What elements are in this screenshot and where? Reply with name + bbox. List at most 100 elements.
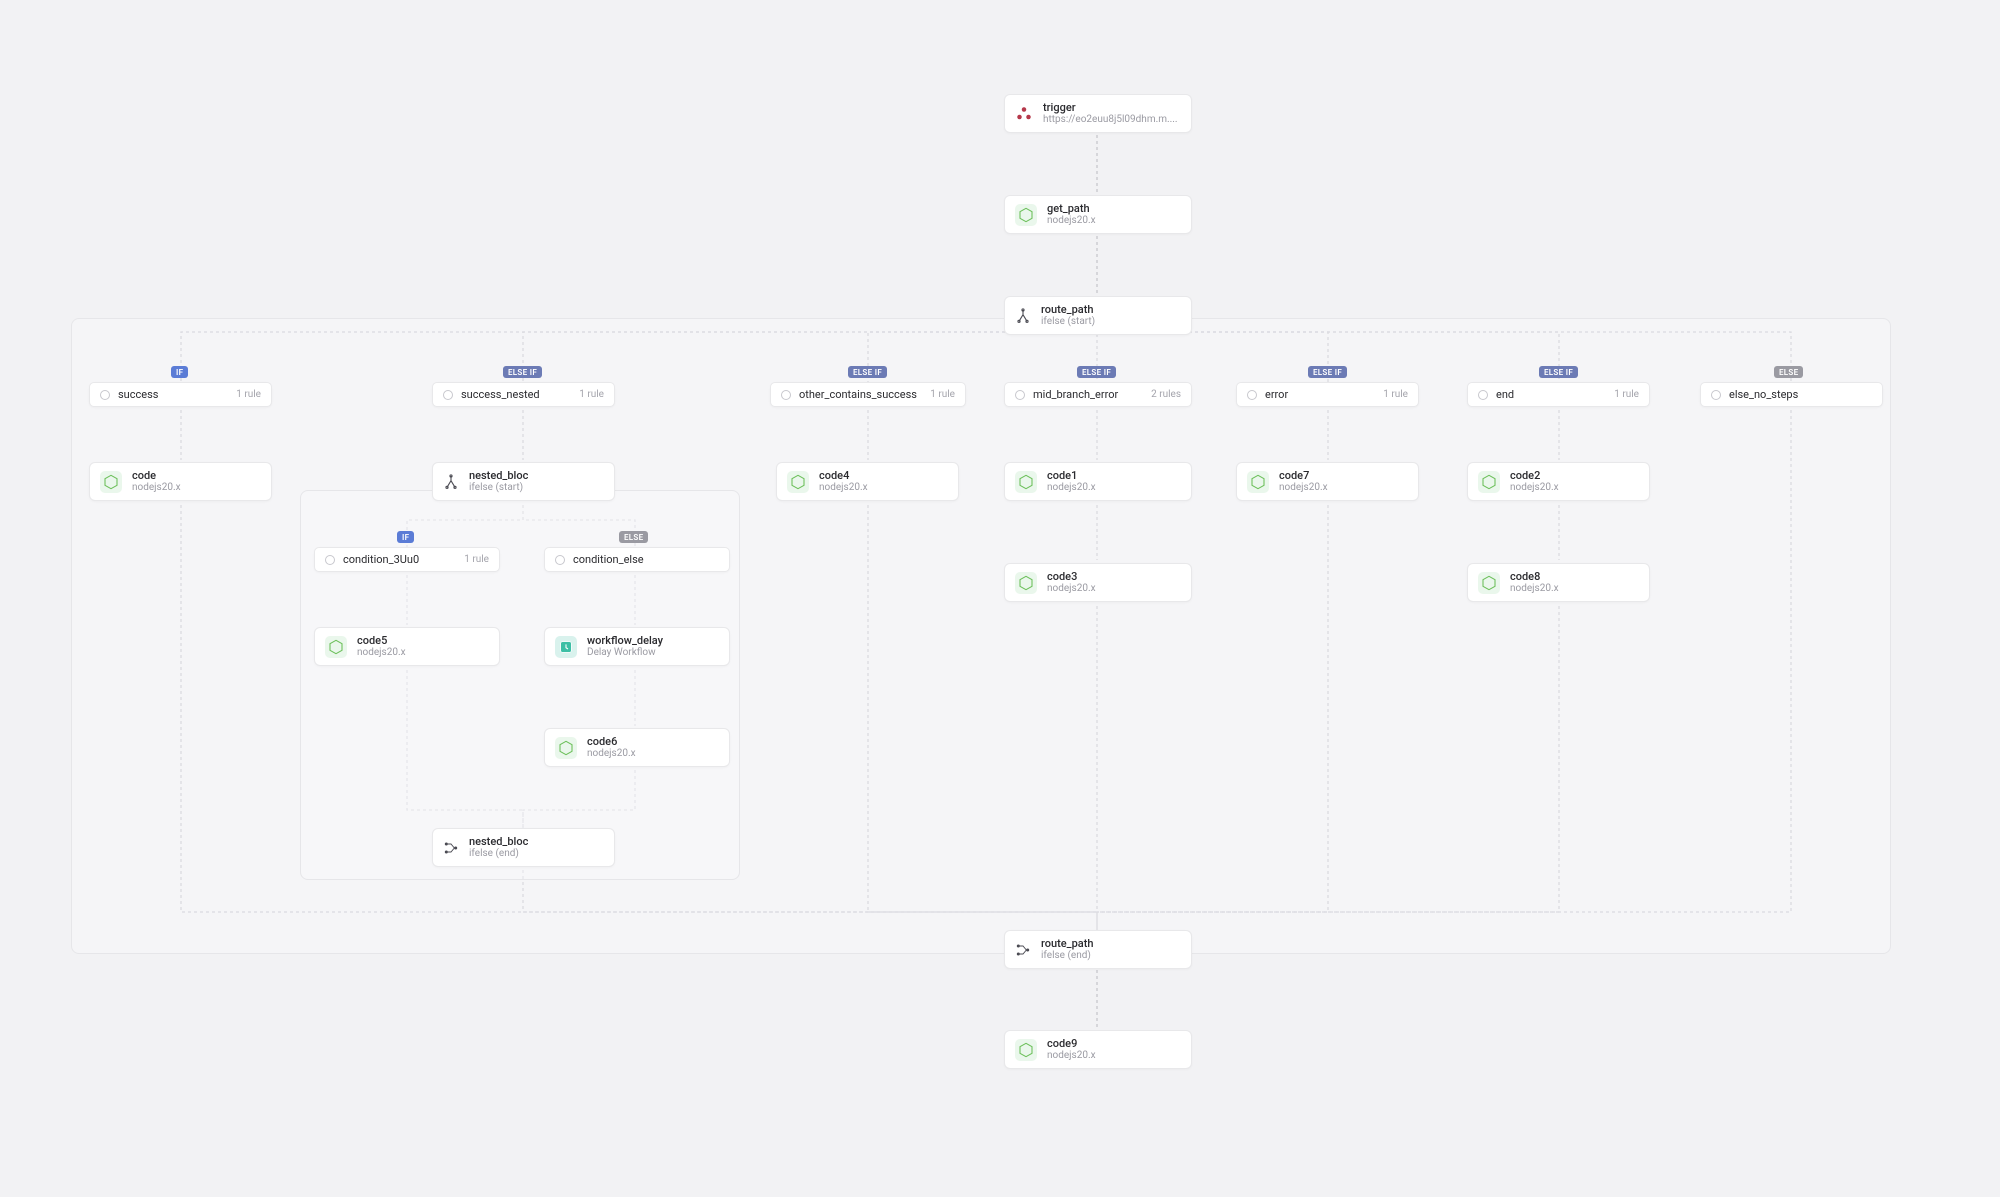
nodejs-icon: [787, 471, 809, 493]
pill-elseif: ELSE IF: [1539, 366, 1578, 378]
cond-condition-3uu0[interactable]: condition_3Uu0 1 rule: [314, 547, 500, 572]
merge-icon: [443, 840, 459, 856]
cond-rules: 1 rule: [1614, 389, 1639, 400]
node-title: route_path: [1041, 303, 1095, 316]
node-sub: ifelse (start): [1041, 316, 1095, 328]
node-sub: nodejs20.x: [132, 482, 181, 494]
nodejs-icon: [555, 737, 577, 759]
node-sub: nodejs20.x: [1510, 583, 1559, 595]
pill-else: ELSE: [1774, 366, 1803, 378]
cond-rules: 1 rule: [236, 389, 261, 400]
cond-condition-else[interactable]: condition_else: [544, 547, 730, 572]
node-sub: nodejs20.x: [1047, 482, 1096, 494]
nodejs-icon: [1015, 572, 1037, 594]
pill-elseif: ELSE IF: [503, 366, 542, 378]
cond-success-nested[interactable]: success_nested 1 rule: [432, 382, 615, 407]
cond-other-contains-success[interactable]: other_contains_success 1 rule: [770, 382, 966, 407]
radio-icon: [1247, 390, 1257, 400]
cond-mid-branch-error[interactable]: mid_branch_error 2 rules: [1004, 382, 1192, 407]
cond-label: else_no_steps: [1729, 388, 1872, 401]
pill-if: IF: [397, 531, 414, 543]
cond-rules: 1 rule: [464, 554, 489, 565]
nodejs-icon: [100, 471, 122, 493]
node-sub: ifelse (end): [469, 848, 528, 860]
nodejs-icon: [1478, 572, 1500, 594]
radio-icon: [100, 390, 110, 400]
node-code4[interactable]: code4nodejs20.x: [776, 462, 959, 501]
nodejs-icon: [1015, 1039, 1037, 1061]
node-code[interactable]: codenodejs20.x: [89, 462, 272, 501]
node-workflow-delay[interactable]: workflow_delayDelay Workflow: [544, 627, 730, 666]
cond-label: success: [118, 388, 228, 401]
cond-end[interactable]: end 1 rule: [1467, 382, 1650, 407]
node-sub: ifelse (start): [469, 482, 528, 494]
node-title: get_path: [1047, 202, 1096, 215]
nodejs-icon: [1015, 204, 1037, 226]
node-sub: nodejs20.x: [1047, 215, 1096, 227]
node-route-path-start[interactable]: route_path ifelse (start): [1004, 296, 1192, 335]
node-title: trigger: [1043, 101, 1178, 114]
node-title: code9: [1047, 1037, 1096, 1050]
node-sub: nodejs20.x: [587, 748, 636, 760]
node-nested-bloc-start[interactable]: nested_blocifelse (start): [432, 462, 615, 501]
cond-else-no-steps[interactable]: else_no_steps: [1700, 382, 1883, 407]
cond-rules: 1 rule: [579, 389, 604, 400]
pill-elseif: ELSE IF: [1308, 366, 1347, 378]
node-title: code7: [1279, 469, 1328, 482]
node-nested-bloc-end[interactable]: nested_blocifelse (end): [432, 828, 615, 867]
radio-icon: [1478, 390, 1488, 400]
node-title: nested_bloc: [469, 835, 528, 848]
node-code5[interactable]: code5nodejs20.x: [314, 627, 500, 666]
branch-icon: [443, 474, 459, 490]
node-title: code8: [1510, 570, 1559, 583]
pill-elseif: ELSE IF: [1077, 366, 1116, 378]
radio-icon: [443, 390, 453, 400]
node-sub: Delay Workflow: [587, 647, 663, 659]
nodejs-icon: [1247, 471, 1269, 493]
cond-rules: 2 rules: [1151, 389, 1181, 400]
node-title: code5: [357, 634, 406, 647]
radio-icon: [1015, 390, 1025, 400]
pill-if: IF: [171, 366, 188, 378]
cond-label: error: [1265, 388, 1375, 401]
nodejs-icon: [325, 636, 347, 658]
node-sub: https://eo2euu8j5l09dhm.m....: [1043, 114, 1178, 126]
node-title: code: [132, 469, 181, 482]
node-title: workflow_delay: [587, 634, 663, 647]
node-code2[interactable]: code2nodejs20.x: [1467, 462, 1650, 501]
node-sub: nodejs20.x: [1279, 482, 1328, 494]
radio-icon: [325, 555, 335, 565]
node-code7[interactable]: code7nodejs20.x: [1236, 462, 1419, 501]
pill-elseif: ELSE IF: [848, 366, 887, 378]
cond-label: other_contains_success: [799, 388, 922, 401]
node-sub: nodejs20.x: [1047, 583, 1096, 595]
cond-rules: 1 rule: [930, 389, 955, 400]
node-sub: nodejs20.x: [1047, 1050, 1096, 1062]
pill-else: ELSE: [619, 531, 648, 543]
node-title: code3: [1047, 570, 1096, 583]
node-title: code4: [819, 469, 868, 482]
nodejs-icon: [1478, 471, 1500, 493]
node-title: code1: [1047, 469, 1096, 482]
radio-icon: [555, 555, 565, 565]
cond-success[interactable]: success 1 rule: [89, 382, 272, 407]
node-code1[interactable]: code1nodejs20.x: [1004, 462, 1192, 501]
cond-error[interactable]: error 1 rule: [1236, 382, 1419, 407]
nodejs-icon: [1015, 471, 1037, 493]
node-title: code6: [587, 735, 636, 748]
delay-icon: [555, 636, 577, 658]
node-title: nested_bloc: [469, 469, 528, 482]
node-route-path-end[interactable]: route_pathifelse (end): [1004, 930, 1192, 969]
node-code6[interactable]: code6nodejs20.x: [544, 728, 730, 767]
cond-label: condition_else: [573, 553, 719, 566]
node-get-path[interactable]: get_path nodejs20.x: [1004, 195, 1192, 234]
node-code3[interactable]: code3nodejs20.x: [1004, 563, 1192, 602]
node-code9[interactable]: code9nodejs20.x: [1004, 1030, 1192, 1069]
node-title: route_path: [1041, 937, 1093, 950]
radio-icon: [1711, 390, 1721, 400]
radio-icon: [781, 390, 791, 400]
cond-label: end: [1496, 388, 1606, 401]
node-code8[interactable]: code8nodejs20.x: [1467, 563, 1650, 602]
node-trigger[interactable]: trigger https://eo2euu8j5l09dhm.m....: [1004, 94, 1192, 133]
cond-label: condition_3Uu0: [343, 553, 456, 566]
